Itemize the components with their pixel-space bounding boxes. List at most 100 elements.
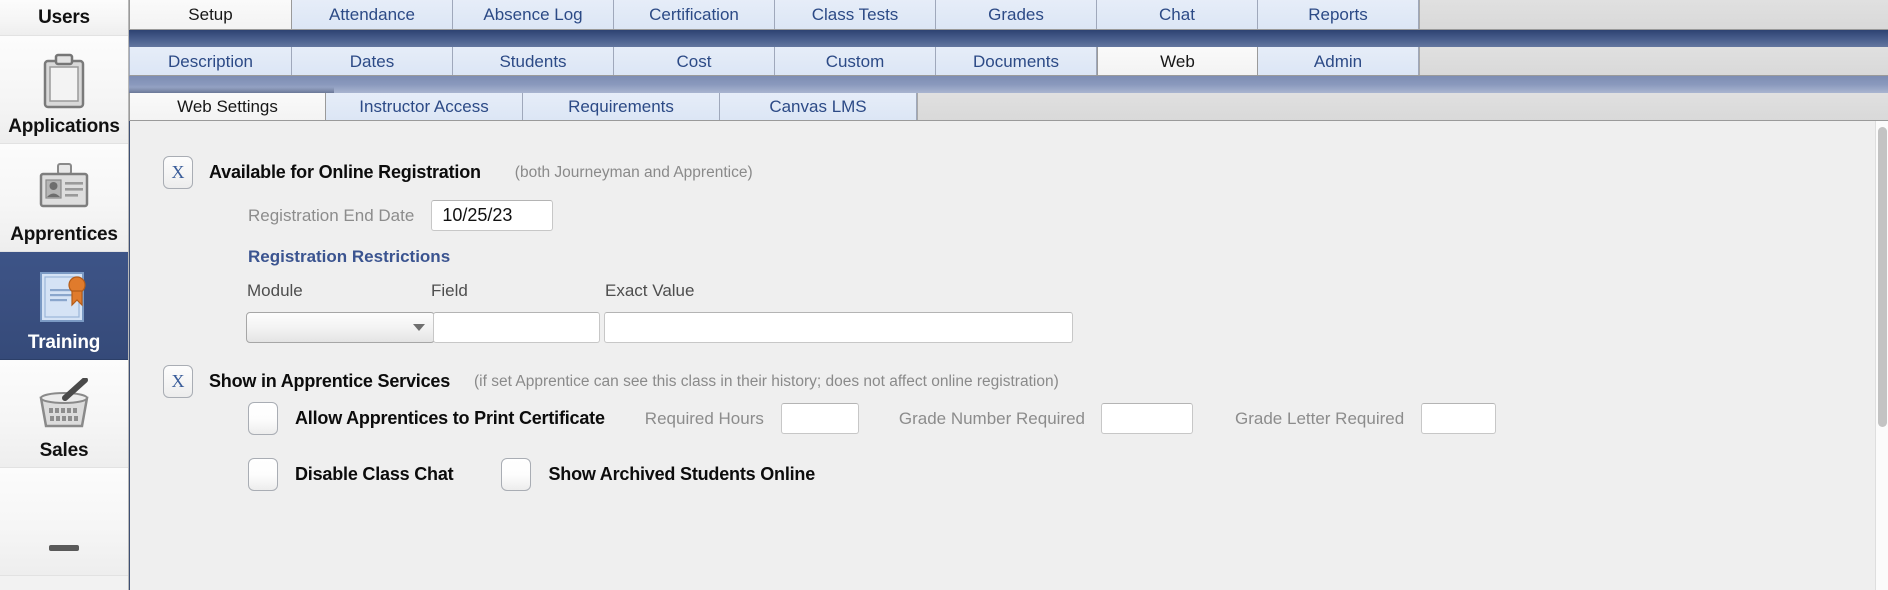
tabstrip-level3: Web Settings Instructor Access Requireme… bbox=[129, 93, 1888, 121]
available-online-registration-label: Available for Online Registration bbox=[209, 162, 481, 182]
tab-label: Documents bbox=[973, 51, 1059, 71]
main-pane: Setup Attendance Absence Log Certificati… bbox=[129, 0, 1888, 590]
tab-label: Reports bbox=[1308, 5, 1368, 24]
show-apprentice-services-checkbox[interactable]: X bbox=[163, 365, 193, 398]
web-settings-panel: X Available for Online Registration (bot… bbox=[129, 121, 1888, 590]
tab-certification[interactable]: Certification bbox=[614, 0, 775, 29]
print-certificate-row: Allow Apprentices to Print Certificate R… bbox=[248, 402, 1497, 435]
registration-end-date-input[interactable]: 10/25/23 bbox=[431, 200, 554, 231]
id-badge-icon bbox=[35, 159, 93, 221]
registration-restrictions-heading: Registration Restrictions bbox=[248, 247, 451, 266]
chevron-down-icon bbox=[413, 324, 425, 331]
required-hours-label: Required Hours bbox=[644, 408, 764, 428]
tabstrip-filler bbox=[1419, 0, 1888, 29]
field-input[interactable] bbox=[433, 312, 600, 343]
registration-end-date-label: Registration End Date bbox=[248, 205, 415, 225]
sidebar-item-training[interactable]: Training bbox=[0, 252, 128, 360]
tab-custom[interactable]: Custom bbox=[775, 47, 936, 75]
allow-print-certificate-checkbox[interactable] bbox=[248, 402, 278, 435]
column-header-exact-value: Exact Value bbox=[605, 281, 695, 300]
tab-cost[interactable]: Cost bbox=[614, 47, 775, 75]
grade-letter-required-label: Grade Letter Required bbox=[1235, 408, 1405, 428]
sidebar-item-label: Apprentices bbox=[10, 224, 118, 245]
vertical-scrollbar-thumb[interactable] bbox=[1878, 127, 1887, 427]
tab-label: Admin bbox=[1313, 51, 1363, 71]
tab-label: Setup bbox=[188, 5, 233, 24]
tab-documents[interactable]: Documents bbox=[936, 47, 1097, 75]
divider-dark-wrap bbox=[129, 30, 1888, 47]
tab-label: Attendance bbox=[328, 5, 415, 24]
tab-admin[interactable]: Admin bbox=[1258, 47, 1419, 75]
tab-label: Absence Log bbox=[483, 5, 583, 24]
tab-web-settings[interactable]: Web Settings bbox=[129, 93, 326, 120]
tab-label: Web bbox=[1160, 51, 1195, 71]
tab-canvas-lms[interactable]: Canvas LMS bbox=[720, 93, 917, 120]
tab-instructor-access[interactable]: Instructor Access bbox=[326, 93, 523, 120]
disable-class-chat-label: Disable Class Chat bbox=[295, 464, 454, 484]
tab-students[interactable]: Students bbox=[453, 47, 614, 75]
tab-label: Cost bbox=[676, 51, 712, 71]
left-navigation-sidebar: Users Applications Apprentices Training … bbox=[0, 0, 129, 590]
required-hours-input[interactable] bbox=[780, 403, 859, 434]
module-select[interactable] bbox=[246, 312, 435, 343]
tabstrip-filler bbox=[1419, 47, 1888, 75]
registration-end-date-row: Registration End Date 10/25/23 bbox=[248, 200, 554, 231]
checkbox-value: X bbox=[171, 162, 185, 182]
show-archived-students-label: Show Archived Students Online bbox=[548, 464, 816, 484]
available-online-registration-row: X Available for Online Registration (bot… bbox=[163, 156, 753, 189]
tab-label: Students bbox=[499, 51, 567, 71]
tab-label: Canvas LMS bbox=[769, 97, 867, 116]
column-header-module: Module bbox=[247, 281, 303, 300]
available-online-registration-note: (both Journeyman and Apprentice) bbox=[514, 163, 753, 181]
web-settings-form: X Available for Online Registration (bot… bbox=[130, 121, 1875, 590]
exact-value-input[interactable] bbox=[604, 312, 1073, 343]
certificate-icon bbox=[35, 267, 93, 329]
tab-divider-light bbox=[129, 76, 1888, 93]
sidebar-item-label: Training bbox=[27, 332, 101, 353]
sidebar-item-label: Applications bbox=[8, 116, 120, 137]
sidebar-item-label: Users bbox=[38, 6, 90, 28]
sidebar-item-users[interactable]: Users bbox=[0, 0, 128, 36]
available-online-registration-checkbox[interactable]: X bbox=[163, 156, 193, 189]
tab-web[interactable]: Web bbox=[1097, 47, 1258, 75]
tab-requirements[interactable]: Requirements bbox=[523, 93, 720, 120]
tab-label: Grades bbox=[988, 5, 1044, 24]
tab-setup[interactable]: Setup bbox=[129, 0, 292, 29]
sidebar-item-applications[interactable]: Applications bbox=[0, 36, 128, 144]
tab-label: Description bbox=[167, 51, 254, 71]
registration-end-date-value: 10/25/23 bbox=[442, 205, 513, 225]
grade-letter-required-input[interactable] bbox=[1421, 403, 1497, 434]
allow-print-certificate-label: Allow Apprentices to Print Certificate bbox=[295, 408, 605, 428]
application-window: Users Applications Apprentices Training … bbox=[0, 0, 1888, 590]
vertical-scrollbar[interactable] bbox=[1875, 121, 1888, 590]
tab-label: Requirements bbox=[568, 97, 674, 116]
tab-description[interactable]: Description bbox=[129, 47, 292, 75]
tabstrip-level1: Setup Attendance Absence Log Certificati… bbox=[129, 0, 1888, 30]
sidebar-item-label: Sales bbox=[39, 440, 89, 461]
column-header-field: Field bbox=[431, 281, 468, 300]
disable-class-chat-checkbox[interactable] bbox=[248, 458, 278, 491]
grade-number-required-input[interactable] bbox=[1101, 403, 1194, 434]
tab-attendance[interactable]: Attendance bbox=[292, 0, 453, 29]
tab-dates[interactable]: Dates bbox=[292, 47, 453, 75]
tab-divider-dark bbox=[129, 30, 1888, 47]
tab-class-tests[interactable]: Class Tests bbox=[775, 0, 936, 29]
show-apprentice-services-note: (if set Apprentice can see this class in… bbox=[474, 372, 1059, 390]
sidebar-item-apprentices[interactable]: Apprentices bbox=[0, 144, 128, 252]
divider-light-wrap bbox=[129, 76, 1888, 93]
tabstrip-level2: Description Dates Students Cost Custom D… bbox=[129, 47, 1888, 76]
tab-reports[interactable]: Reports bbox=[1258, 0, 1419, 29]
tab-grades[interactable]: Grades bbox=[936, 0, 1097, 29]
tab-label: Dates bbox=[349, 51, 395, 71]
tab-label: Instructor Access bbox=[359, 97, 489, 116]
sidebar-item-sales[interactable]: Sales bbox=[0, 360, 128, 468]
tab-absence-log[interactable]: Absence Log bbox=[453, 0, 614, 29]
checkbox-value: X bbox=[171, 371, 185, 391]
tab-label: Certification bbox=[649, 5, 739, 24]
sidebar-item-next[interactable] bbox=[0, 468, 128, 576]
tab-chat[interactable]: Chat bbox=[1097, 0, 1258, 29]
show-archived-students-checkbox[interactable] bbox=[501, 458, 532, 491]
tab-label: Web Settings bbox=[177, 97, 278, 116]
tab-label: Chat bbox=[1159, 5, 1195, 24]
grade-number-required-label: Grade Number Required bbox=[898, 408, 1086, 428]
